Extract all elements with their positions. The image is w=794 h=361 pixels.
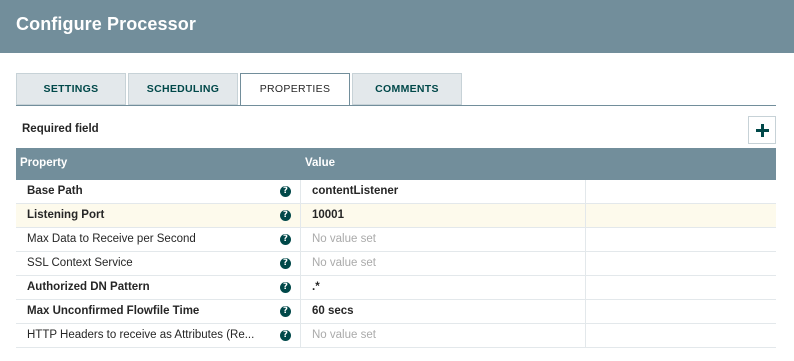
table-row[interactable]: Max Unconfirmed Flowfile Time? 60 secs	[16, 300, 776, 324]
question-circle-icon[interactable]: ?	[280, 258, 291, 269]
property-name: Authorized DN Pattern	[27, 281, 150, 293]
tab-comments[interactable]: COMMENTS	[352, 73, 462, 105]
required-field-label: Required field	[22, 123, 99, 135]
table-header: Property Value	[16, 148, 776, 180]
property-value[interactable]: No value set	[300, 252, 586, 276]
dialog-header: Configure Processor	[0, 0, 794, 53]
help-cell: ?	[280, 282, 300, 294]
add-property-button[interactable]	[748, 116, 776, 144]
question-circle-icon[interactable]: ?	[280, 234, 291, 245]
table-row[interactable]: Max Data to Receive per Second? No value …	[16, 228, 776, 252]
tab-properties[interactable]: PROPERTIES	[240, 73, 350, 106]
question-circle-icon[interactable]: ?	[280, 330, 291, 341]
property-name: HTTP Headers to receive as Attributes (R…	[27, 329, 255, 341]
property-name: Listening Port	[27, 209, 105, 221]
question-circle-icon[interactable]: ?	[280, 282, 291, 293]
help-cell: ?	[280, 234, 300, 246]
help-cell: ?	[280, 186, 300, 198]
plus-icon	[755, 123, 769, 137]
help-cell: ?	[280, 210, 300, 222]
table-row[interactable]: HTTP Headers to receive as Attributes (R…	[16, 324, 776, 348]
tab-scheduling[interactable]: SCHEDULING	[128, 73, 238, 105]
property-name: SSL Context Service	[27, 257, 133, 269]
table-row[interactable]: Authorized DN Pattern? .*	[16, 276, 776, 300]
tab-divider	[16, 105, 776, 106]
tab-settings[interactable]: SETTINGS	[16, 73, 126, 105]
table-row[interactable]: Listening Port? 10001	[16, 204, 776, 228]
question-circle-icon[interactable]: ?	[280, 306, 291, 317]
table-row[interactable]: Base Path? contentListener	[16, 180, 776, 204]
help-cell: ?	[280, 258, 300, 270]
column-header-value[interactable]: Value	[305, 157, 335, 169]
property-name: Max Data to Receive per Second	[27, 233, 196, 245]
dialog-title: Configure Processor	[16, 14, 196, 34]
property-value[interactable]: .*	[300, 276, 586, 300]
question-circle-icon[interactable]: ?	[280, 210, 291, 221]
property-value[interactable]: 10001	[300, 204, 586, 228]
property-name: Base Path	[27, 185, 83, 197]
property-name: Max Unconfirmed Flowfile Time	[27, 305, 200, 317]
column-header-property[interactable]: Property	[20, 157, 67, 169]
property-value[interactable]: contentListener	[300, 180, 586, 204]
table-body: Base Path? contentListener Listening Port?…	[16, 180, 776, 348]
question-circle-icon[interactable]: ?	[280, 186, 291, 197]
property-value[interactable]: No value set	[300, 228, 586, 252]
table-row[interactable]: SSL Context Service? No value set	[16, 252, 776, 276]
help-cell: ?	[280, 330, 300, 342]
properties-table: Property Value Base Path? contentListener…	[16, 148, 776, 348]
property-value[interactable]: 60 secs	[300, 300, 586, 324]
property-value[interactable]: No value set	[300, 324, 586, 348]
help-cell: ?	[280, 306, 300, 318]
